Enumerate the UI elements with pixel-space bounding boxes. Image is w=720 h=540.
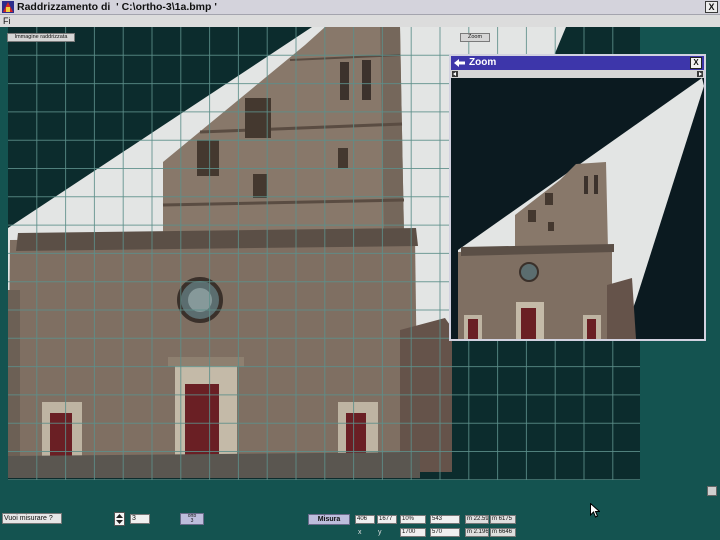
value-field: 570	[430, 528, 460, 537]
measure-result-field: m 22.59	[465, 515, 489, 524]
zoom-titlebar[interactable]: Zoom X	[451, 56, 704, 70]
y-label: y	[378, 529, 382, 536]
zoom-right-door	[587, 319, 596, 339]
tower-window	[338, 148, 348, 168]
measure-prompt: Vuoi misurare ?	[2, 513, 62, 524]
x-label: x	[358, 529, 362, 536]
zoom-main-door	[521, 308, 536, 339]
spinner-control[interactable]	[114, 512, 125, 526]
close-icon: X	[708, 2, 715, 12]
measure-result-field: m 6175	[490, 515, 516, 524]
window-titlebar[interactable]: Raddrizzamento di ' C:\ortho-3\1a.bmp ' …	[0, 0, 720, 15]
app-icon[interactable]	[2, 1, 14, 13]
spinner-arrows-icon	[116, 514, 123, 524]
close-icon: X	[693, 58, 699, 67]
value-field: 10%	[400, 515, 426, 524]
ortho-button[interactable]: orto 3	[180, 513, 204, 525]
zoom-view[interactable]	[451, 78, 704, 339]
window-title: Raddrizzamento di ' C:\ortho-3\1a.bmp '	[17, 1, 217, 13]
scroll-left-button[interactable]	[452, 71, 458, 77]
zoom-belfry-window	[594, 175, 598, 194]
measure-button[interactable]: Misura	[308, 514, 350, 525]
spinner-value-field[interactable]: 3	[130, 514, 150, 524]
rose-window-glass	[188, 288, 212, 312]
scroll-right-button[interactable]	[697, 71, 703, 77]
back-arrow-icon[interactable]	[454, 58, 466, 68]
value-field: 406	[355, 515, 375, 524]
left-door	[50, 413, 72, 460]
zoom-scrollbar[interactable]	[451, 70, 704, 78]
belfry-window	[362, 60, 371, 100]
zoom-window[interactable]: Zoom X	[449, 54, 706, 341]
value-field: 1700	[400, 528, 426, 537]
value-field: 1677	[377, 515, 397, 524]
zoom-rose-window	[519, 262, 539, 282]
zoom-tower-window	[548, 222, 554, 231]
belfry-window	[340, 62, 349, 100]
corner-button[interactable]	[707, 486, 717, 496]
value-field: 543	[430, 515, 460, 524]
window-close-button[interactable]: X	[705, 1, 718, 13]
menu-bar: Fi	[0, 15, 720, 27]
tower-window	[197, 140, 219, 176]
measure-result-field: m 6646	[490, 528, 516, 537]
mouse-pointer-icon	[590, 503, 600, 518]
main-door-lintel	[168, 357, 244, 367]
arrow-right-icon	[699, 72, 702, 76]
zoom-side-wing	[607, 278, 636, 339]
zoom-button[interactable]: Zoom	[460, 33, 490, 42]
zoom-title: Zoom	[469, 57, 497, 68]
zoom-left-door	[468, 319, 478, 339]
rectified-image-button[interactable]: Immagine raddrizzata	[7, 33, 75, 42]
zoom-belfry-window	[584, 176, 588, 194]
arrow-left-icon	[453, 72, 456, 76]
menu-file[interactable]: Fi	[3, 16, 11, 26]
zoom-close-button[interactable]: X	[690, 57, 702, 69]
ortho-button-value: 3	[190, 518, 194, 524]
church-steps	[8, 452, 420, 478]
zoom-tower-window	[545, 193, 553, 205]
tower-shadow-side	[380, 27, 404, 234]
zoom-tower-window	[528, 210, 536, 222]
tower-window	[253, 174, 267, 198]
left-buttress	[8, 290, 20, 468]
measure-result-field: m 2.196	[465, 528, 489, 537]
